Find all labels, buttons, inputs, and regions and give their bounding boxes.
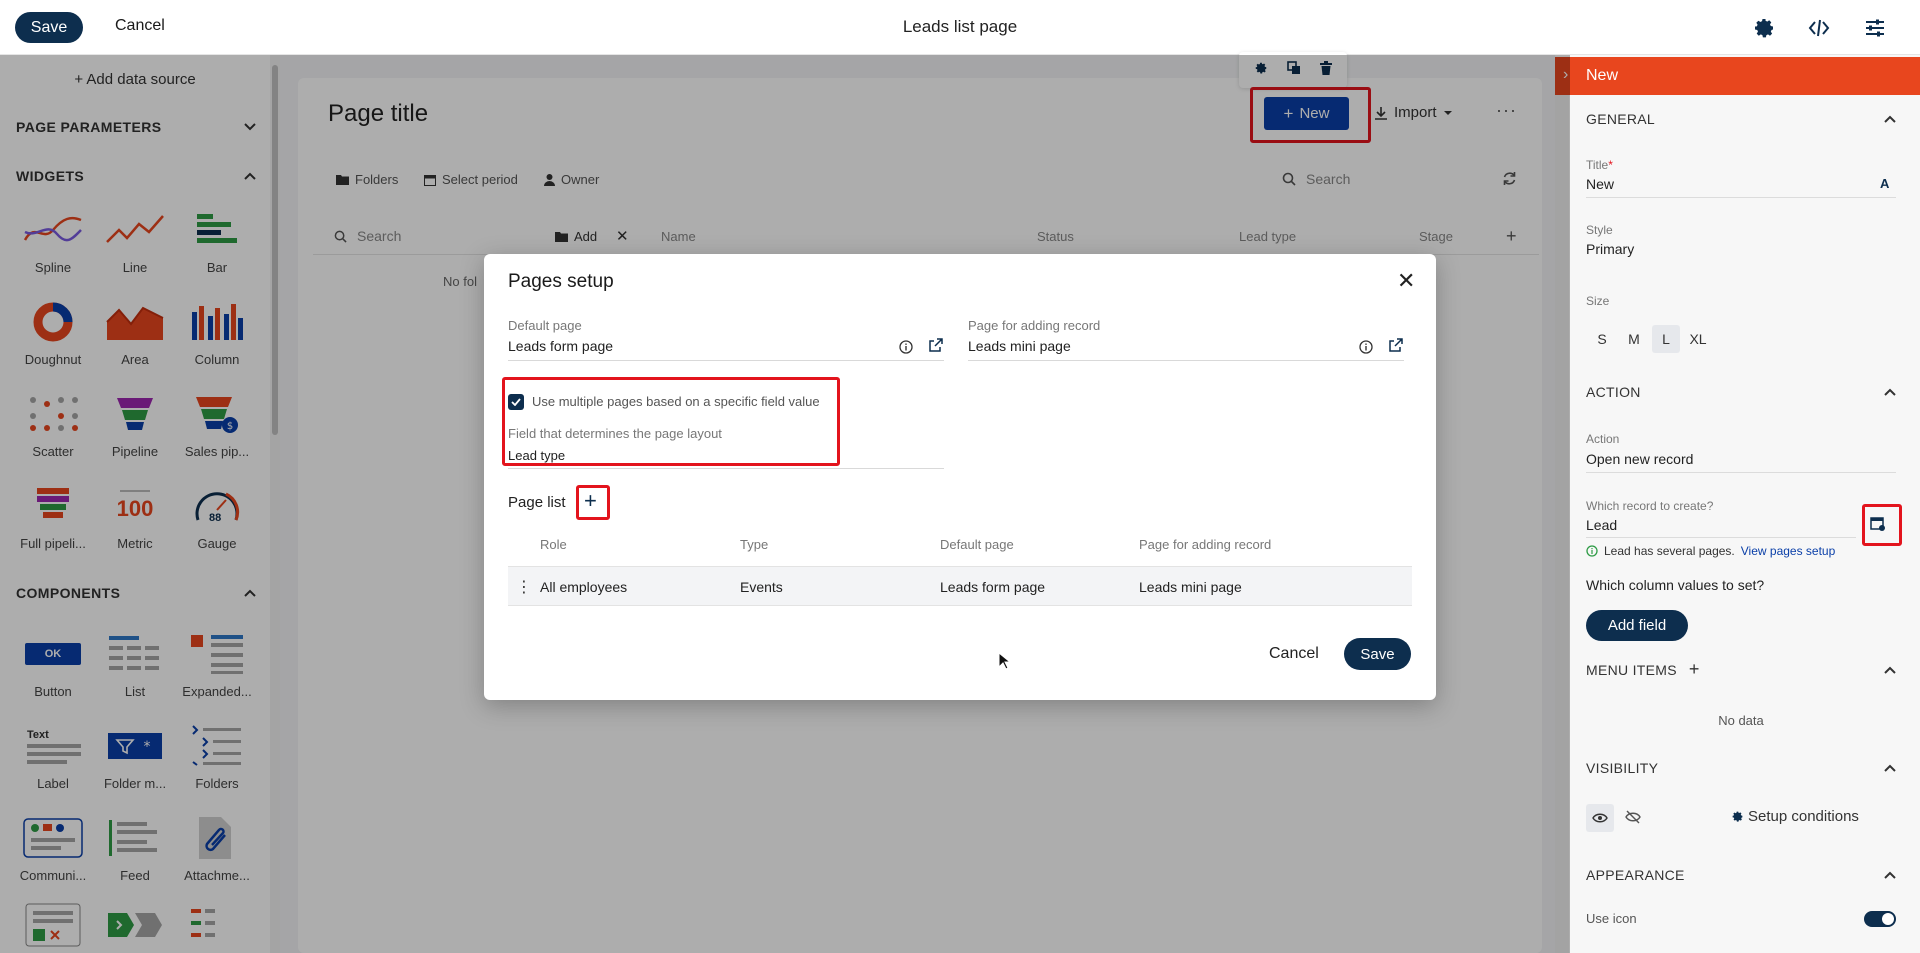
adding-page-label: Page for adding record (968, 318, 1101, 333)
row-adding-page: Leads mini page (1139, 579, 1242, 595)
dialog-save-button[interactable]: Save (1344, 638, 1411, 670)
action-underline (1586, 472, 1896, 473)
size-field-label: Size (1586, 294, 1610, 308)
section-visibility[interactable]: VISIBILITY (1586, 760, 1896, 776)
pages-setup-dialog: Pages setup ✕ Default page Leads form pa… (484, 254, 1436, 700)
open-external-icon[interactable] (1387, 336, 1405, 354)
which-record-select[interactable]: Lead (1586, 517, 1617, 533)
which-record-underline (1586, 537, 1856, 538)
view-pages-setup-link[interactable]: View pages setup (1741, 544, 1836, 558)
size-option-l[interactable]: L (1652, 325, 1680, 353)
setup-conditions-button[interactable]: Setup conditions (1731, 808, 1859, 825)
title-field-input[interactable]: New (1586, 176, 1614, 192)
highlight-add-page (576, 485, 610, 520)
code-icon[interactable] (1806, 15, 1832, 41)
info-icon (1586, 545, 1598, 557)
highlight-multiple-pages (502, 377, 840, 466)
section-general[interactable]: GENERAL (1586, 111, 1896, 127)
row-role: All employees (540, 579, 628, 595)
settings-gear-icon[interactable] (1751, 15, 1777, 41)
table-header-role: Role (540, 537, 567, 552)
mouse-cursor-icon (998, 651, 1012, 675)
section-action[interactable]: ACTION (1586, 384, 1896, 400)
table-header-adding-page: Page for adding record (1139, 537, 1272, 552)
info-icon[interactable] (897, 338, 915, 356)
chevron-up-icon (1884, 666, 1896, 674)
chevron-up-icon (1884, 871, 1896, 879)
use-icon-label: Use icon (1586, 911, 1637, 926)
page-title-header: Leads list page (902, 17, 1018, 36)
row-menu-icon[interactable]: ⋮ (516, 577, 532, 597)
visible-toggle[interactable] (1586, 804, 1614, 832)
top-bar: Save Cancel Leads list page (0, 0, 1920, 55)
highlight-page-settings (1862, 504, 1902, 546)
section-menu-items[interactable]: MENU ITEMS + (1586, 659, 1896, 680)
row-type: Events (740, 579, 783, 595)
style-select[interactable]: Primary (1586, 241, 1634, 257)
style-field-label: Style (1586, 223, 1613, 237)
action-field-label: Action (1586, 432, 1620, 446)
default-page-label: Default page (508, 318, 582, 333)
default-page-underline (508, 360, 944, 361)
field-layout-underline (508, 468, 944, 469)
default-page-select[interactable]: Leads form page (508, 338, 613, 354)
add-menu-item-icon[interactable]: + (1689, 659, 1700, 679)
dialog-title: Pages setup (508, 271, 614, 292)
action-select[interactable]: Open new record (1586, 451, 1693, 467)
close-icon[interactable]: ✕ (1397, 268, 1415, 294)
table-row[interactable]: ⋮ All employees Events Leads form page L… (508, 566, 1412, 606)
properties-panel-header: › New (1555, 57, 1920, 95)
row-default-page: Leads form page (940, 579, 1046, 595)
open-external-icon[interactable] (927, 336, 945, 354)
gear-icon (1732, 811, 1743, 822)
page-list-label: Page list (508, 494, 566, 511)
add-field-button[interactable]: Add field (1586, 610, 1688, 641)
size-option-xl[interactable]: XL (1684, 325, 1712, 353)
sliders-icon[interactable] (1862, 15, 1888, 41)
size-option-s[interactable]: S (1588, 325, 1616, 353)
section-appearance[interactable]: APPEARANCE (1586, 867, 1896, 883)
column-values-label: Which column values to set? (1586, 577, 1765, 593)
translate-icon[interactable]: A (1880, 176, 1889, 191)
eye-off-icon[interactable] (1625, 810, 1641, 829)
chevron-up-icon (1884, 115, 1896, 123)
adding-page-select[interactable]: Leads mini page (968, 338, 1071, 354)
eye-icon (1592, 813, 1608, 823)
title-field-underline (1586, 197, 1896, 198)
size-option-m[interactable]: M (1620, 325, 1648, 353)
dialog-cancel-button[interactable]: Cancel (1269, 645, 1319, 663)
no-data-text: No data (1718, 713, 1764, 728)
table-header-type: Type (740, 537, 769, 552)
info-icon[interactable] (1357, 338, 1375, 356)
adding-page-underline (968, 360, 1404, 361)
chevron-up-icon (1884, 388, 1896, 396)
info-message: Lead has several pages. View pages setup (1586, 544, 1835, 558)
table-header-default-page: Default page (940, 537, 1014, 552)
title-field-label: Title* (1586, 158, 1613, 172)
use-icon-toggle[interactable] (1864, 911, 1896, 927)
which-record-label: Which record to create? (1586, 499, 1714, 513)
chevron-up-icon (1884, 764, 1896, 772)
